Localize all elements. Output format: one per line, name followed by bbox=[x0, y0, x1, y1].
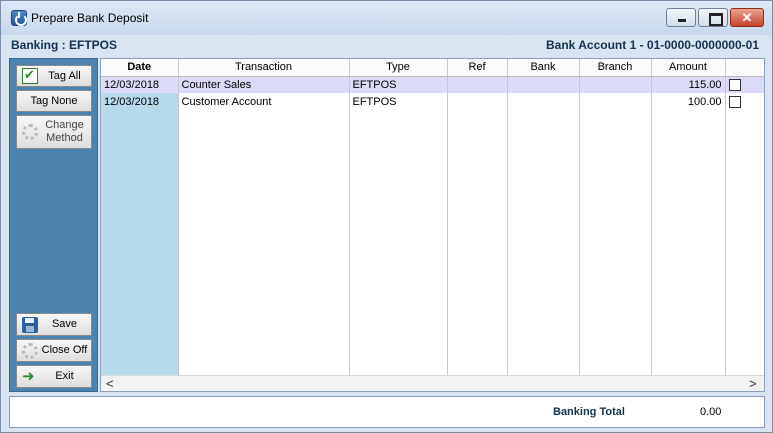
close-button[interactable]: ✕ bbox=[730, 8, 764, 27]
column-header-transaction[interactable]: Transaction bbox=[178, 59, 350, 77]
column-divider bbox=[447, 76, 448, 377]
cell-date: 12/03/2018 bbox=[101, 93, 179, 110]
close-off-label: Close Off bbox=[41, 344, 88, 356]
cell-branch bbox=[579, 93, 652, 110]
save-button[interactable]: Save bbox=[16, 313, 92, 336]
action-sidebar: Tag All Tag None ChangeMethod Save Close… bbox=[9, 58, 98, 392]
tag-checkbox[interactable] bbox=[728, 78, 741, 91]
table-header-row: Date Transaction Type Ref Bank Branch Am… bbox=[101, 59, 764, 77]
change-method-button[interactable]: Change Method bbox=[16, 115, 92, 149]
totals-footer: Banking Total 0.00 bbox=[9, 396, 765, 428]
change-method-label: Change Method bbox=[45, 119, 84, 144]
column-divider bbox=[651, 76, 652, 377]
column-header-branch[interactable]: Branch bbox=[579, 59, 652, 77]
gear-icon bbox=[22, 342, 38, 359]
deposit-grid[interactable]: Date Transaction Type Ref Bank Branch Am… bbox=[100, 58, 765, 392]
horizontal-scrollbar[interactable]: < > bbox=[101, 375, 764, 391]
title-bar: Prepare Bank Deposit ✕ bbox=[1, 1, 772, 35]
table-row[interactable]: 12/03/2018 Customer Account EFTPOS 100.0… bbox=[101, 93, 764, 110]
tag-all-label: Tag All bbox=[48, 69, 81, 82]
column-header-bank[interactable]: Bank bbox=[507, 59, 580, 77]
close-icon: ✕ bbox=[741, 10, 753, 25]
cell-type: EFTPOS bbox=[349, 76, 448, 93]
column-divider bbox=[725, 76, 726, 377]
tag-none-button[interactable]: Tag None bbox=[16, 90, 92, 112]
exit-button[interactable]: Exit bbox=[16, 365, 92, 388]
tag-none-label: Tag None bbox=[30, 94, 78, 107]
bank-account-label: Bank Account 1 - 01-0000-0000000-01 bbox=[546, 38, 759, 52]
cell-branch bbox=[579, 76, 652, 93]
cell-ref bbox=[447, 76, 508, 93]
save-disk-icon bbox=[22, 316, 38, 333]
maximize-button[interactable] bbox=[698, 8, 728, 27]
cell-type: EFTPOS bbox=[349, 93, 448, 110]
cell-date: 12/03/2018 bbox=[101, 76, 179, 93]
column-divider bbox=[507, 76, 508, 377]
cell-amount: 100.00 bbox=[651, 93, 726, 110]
column-header-tag bbox=[725, 59, 764, 77]
deposit-table: Date Transaction Type Ref Bank Branch Am… bbox=[101, 59, 764, 110]
column-divider bbox=[349, 76, 350, 377]
scroll-left-icon[interactable]: < bbox=[106, 376, 114, 391]
window-title: Prepare Bank Deposit bbox=[31, 11, 149, 25]
column-header-amount[interactable]: Amount bbox=[651, 59, 726, 77]
checkmark-icon bbox=[22, 67, 38, 84]
cell-transaction: Counter Sales bbox=[178, 76, 350, 93]
cell-ref bbox=[447, 93, 508, 110]
cell-tag bbox=[725, 93, 764, 110]
column-header-type[interactable]: Type bbox=[349, 59, 448, 77]
scroll-right-icon[interactable]: > bbox=[749, 376, 757, 391]
exit-arrow-icon bbox=[22, 367, 38, 385]
column-header-ref[interactable]: Ref bbox=[447, 59, 508, 77]
close-off-button[interactable]: Close Off bbox=[16, 339, 92, 362]
banking-total-value: 0.00 bbox=[700, 406, 722, 418]
save-label: Save bbox=[51, 318, 78, 330]
banking-type-label: Banking : EFTPOS bbox=[11, 38, 118, 52]
cell-bank bbox=[507, 76, 580, 93]
minimize-button[interactable] bbox=[666, 8, 696, 27]
column-header-date[interactable]: Date bbox=[101, 59, 179, 77]
cell-transaction: Customer Account bbox=[178, 93, 350, 110]
app-power-icon bbox=[11, 10, 27, 26]
cell-bank bbox=[507, 93, 580, 110]
tag-all-button[interactable]: Tag All bbox=[16, 65, 92, 87]
column-divider bbox=[579, 76, 580, 377]
cell-tag bbox=[725, 76, 764, 93]
prepare-bank-deposit-window: Prepare Bank Deposit ✕ Banking : EFTPOS … bbox=[0, 0, 773, 433]
exit-label: Exit bbox=[55, 370, 74, 382]
cell-amount: 115.00 bbox=[651, 76, 726, 93]
column-divider bbox=[178, 76, 179, 377]
table-row[interactable]: 12/03/2018 Counter Sales EFTPOS 115.00 bbox=[101, 76, 764, 93]
tag-checkbox[interactable] bbox=[728, 95, 741, 108]
banking-total-label: Banking Total bbox=[553, 406, 625, 418]
gear-icon bbox=[22, 124, 38, 140]
